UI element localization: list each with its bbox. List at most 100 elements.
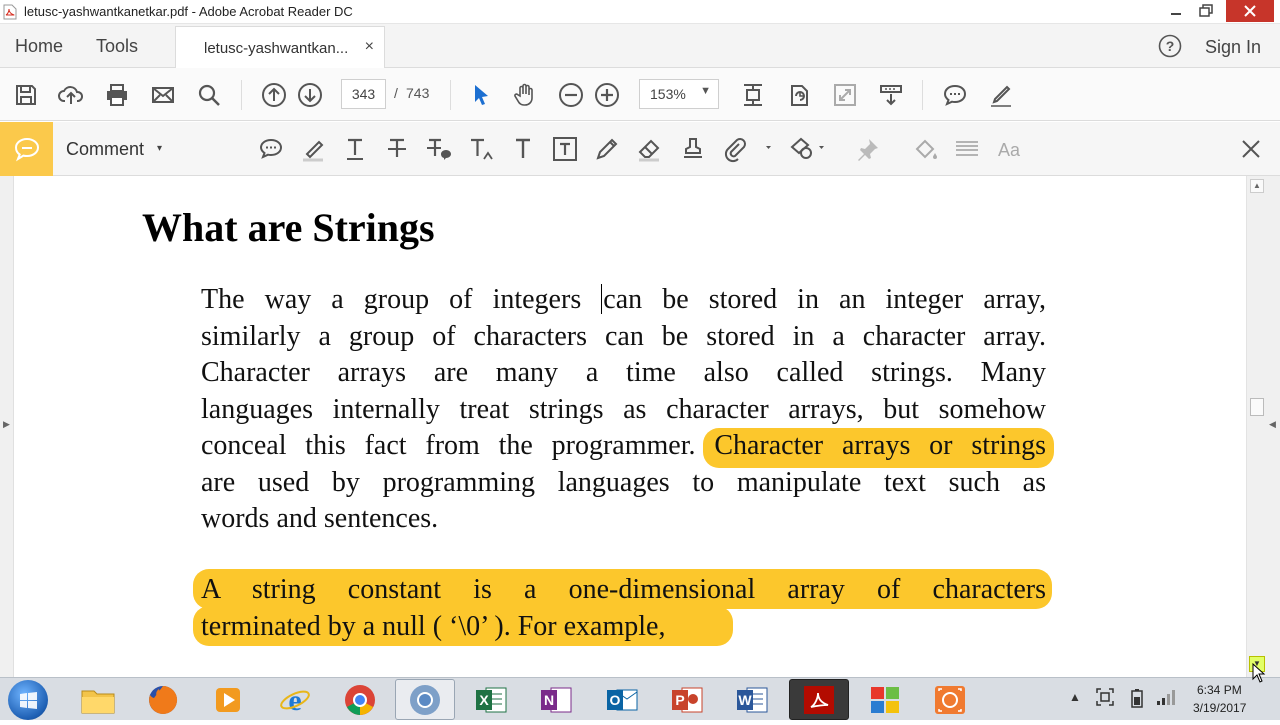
pdf-page: What are Strings The way a group of inte… (15, 176, 1245, 677)
title-bar: letusc-yashwantkanetkar.pdf - Adobe Acro… (0, 0, 1280, 24)
powerpoint-icon[interactable]: P (657, 679, 717, 720)
zoom-in-icon[interactable] (593, 81, 621, 109)
windows-start-button[interactable] (8, 680, 48, 720)
pencil-icon[interactable] (592, 135, 622, 163)
highlighted-text: Character arrays or strings (714, 430, 1046, 461)
home-menu[interactable]: Home (15, 36, 63, 57)
close-tab-button[interactable]: × (365, 38, 374, 56)
hand-icon[interactable] (511, 81, 539, 109)
rotate-icon[interactable] (785, 81, 813, 109)
chrome-icon[interactable] (330, 679, 390, 720)
svg-text:?: ? (1166, 38, 1175, 54)
pdf-file-icon (3, 4, 17, 20)
select-cursor-icon[interactable] (467, 81, 495, 109)
zoom-select[interactable]: 153% ▼ (639, 79, 719, 109)
underline-icon[interactable] (340, 135, 370, 163)
file-explorer-icon[interactable] (68, 679, 128, 720)
svg-text:e: e (288, 684, 301, 717)
replace-text-icon[interactable] (424, 135, 454, 163)
screen-recorder-icon[interactable] (920, 679, 980, 720)
shapes-dropdown-icon[interactable] (815, 135, 845, 163)
toolbar-divider (241, 80, 242, 110)
sign-icon[interactable] (987, 81, 1015, 109)
scroll-up-button[interactable]: ▲ (1250, 179, 1264, 193)
text-span: conceal this fact from the programmer. (201, 430, 715, 461)
sign-in-link[interactable]: Sign In (1205, 37, 1261, 58)
stamp-icon[interactable] (678, 135, 708, 163)
chevron-down-icon[interactable]: ▾ (157, 143, 162, 154)
expand-right-icon: ◀ (1269, 419, 1276, 429)
clock-time[interactable]: 6:34 PM (1197, 683, 1242, 697)
outlook-icon[interactable]: O (592, 679, 652, 720)
page-total: 743 (406, 85, 430, 101)
clock-date[interactable]: 3/19/2017 (1193, 701, 1246, 715)
pin-icon[interactable] (853, 135, 883, 163)
attach-icon[interactable] (720, 135, 750, 163)
close-window-button[interactable] (1226, 0, 1274, 22)
text-box-icon[interactable] (550, 135, 580, 163)
upload-icon[interactable] (57, 81, 85, 109)
svg-text:X: X (479, 692, 489, 708)
text-line: words and sentences. (201, 503, 439, 534)
text-style-icon[interactable]: Aa (994, 135, 1024, 163)
excel-icon[interactable]: X (461, 679, 521, 720)
scrollbar-thumb[interactable] (1250, 398, 1264, 416)
word-icon[interactable]: W (722, 679, 782, 720)
left-panel-toggle[interactable]: ▶ (0, 176, 14, 677)
strikethrough-icon[interactable] (382, 135, 412, 163)
sticky-note-icon[interactable] (256, 135, 286, 163)
help-icon[interactable]: ? (1158, 34, 1182, 58)
network-signal-icon[interactable] (1156, 688, 1176, 709)
window-title: letusc-yashwantkanetkar.pdf - Adobe Acro… (24, 4, 353, 19)
zoom-value: 153% (650, 86, 686, 102)
taskbar: e X N O P W ▲ 6:34 PM 3/19/2017 (0, 677, 1280, 720)
document-tab[interactable]: letusc-yashwantkan... × (175, 26, 385, 68)
insert-text-icon[interactable] (466, 135, 496, 163)
save-icon[interactable] (12, 81, 40, 109)
toolbar-divider (922, 80, 923, 110)
document-viewport[interactable]: ▶ What are Strings The way a group of in… (0, 176, 1280, 677)
screen-capture-tray-icon[interactable] (1096, 688, 1114, 709)
page-heading: What are Strings (142, 205, 435, 250)
main-toolbar: 343 / 743 153% ▼ (0, 68, 1280, 121)
close-icon[interactable] (1236, 135, 1266, 163)
media-center-icon[interactable] (855, 679, 915, 720)
media-player-icon[interactable] (198, 679, 258, 720)
internet-explorer-icon[interactable]: e (265, 679, 325, 720)
right-panel-toggle[interactable]: ◀ (1266, 176, 1280, 677)
add-text-icon[interactable] (508, 135, 538, 163)
eraser-icon[interactable] (634, 135, 664, 163)
text-line: The way a group of integers can be store… (201, 282, 1046, 319)
show-hidden-icons[interactable]: ▲ (1069, 690, 1081, 704)
paragraph: The way a group of integers can be store… (201, 282, 1046, 538)
next-page-icon[interactable] (296, 81, 324, 109)
email-icon[interactable] (149, 81, 177, 109)
tools-menu[interactable]: Tools (96, 36, 138, 57)
text-line: Character arrays are many a time also ca… (201, 357, 1046, 388)
maximize-button[interactable] (1188, 0, 1224, 22)
lines-icon[interactable] (952, 135, 982, 163)
fullscreen-icon[interactable] (831, 81, 859, 109)
zoom-out-icon[interactable] (557, 81, 585, 109)
svg-text:O: O (610, 692, 621, 708)
chrome-alt-icon[interactable] (395, 679, 455, 720)
comment-menu[interactable]: Comment (66, 139, 144, 160)
comment-icon[interactable] (941, 81, 969, 109)
search-icon[interactable] (195, 81, 223, 109)
prev-page-icon[interactable] (260, 81, 288, 109)
shapes-icon[interactable] (788, 135, 818, 163)
battery-icon[interactable] (1130, 688, 1144, 711)
page-number-input[interactable]: 343 (341, 79, 386, 109)
onenote-icon[interactable]: N (526, 679, 586, 720)
text-line: are used by programming languages to man… (201, 466, 1046, 498)
text-span: The way a group of integers (201, 284, 602, 315)
print-icon[interactable] (103, 81, 131, 109)
acrobat-reader-icon[interactable] (789, 679, 849, 720)
vertical-scrollbar[interactable]: ▲ ▼ (1246, 176, 1266, 677)
read-mode-icon[interactable] (877, 81, 905, 109)
page-fit-icon[interactable] (739, 81, 767, 109)
firefox-icon[interactable] (133, 679, 193, 720)
highlight-icon[interactable] (298, 135, 328, 163)
svg-text:N: N (544, 692, 554, 708)
fill-icon[interactable] (910, 135, 940, 163)
